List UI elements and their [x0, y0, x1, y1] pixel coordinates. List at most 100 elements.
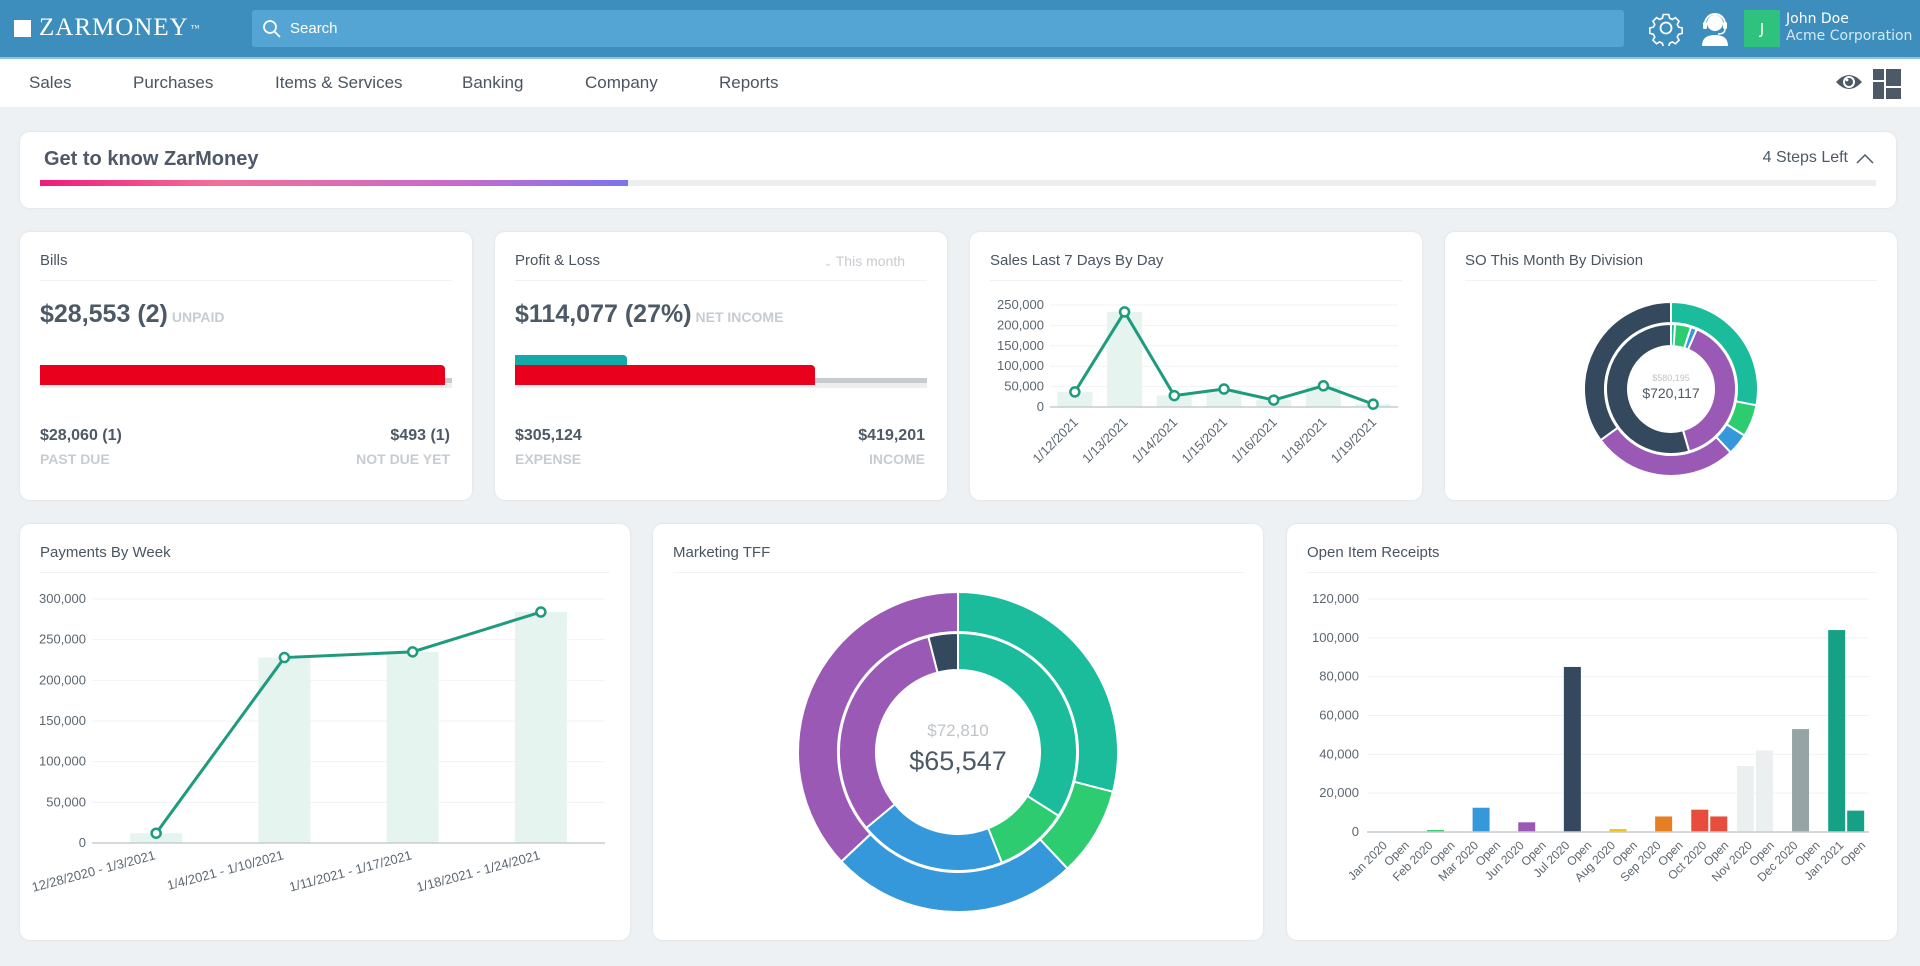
bar: [514, 612, 567, 843]
bar: [1563, 666, 1581, 832]
data-point: [535, 606, 547, 618]
divider: [515, 280, 927, 281]
expense-bar[interactable]: [515, 365, 815, 385]
nav-purchases[interactable]: Purchases: [133, 73, 213, 93]
past-due-label: PAST DUE: [40, 451, 110, 467]
y-tick-label: 150,000: [997, 338, 1044, 353]
data-point: [1168, 389, 1181, 402]
nav-company[interactable]: Company: [585, 73, 658, 93]
logo-trademark: ™: [190, 23, 201, 33]
x-tick-label: 1/11/2021 - 1/17/2021: [288, 847, 414, 894]
chevron-down-icon: ⌄: [823, 258, 833, 269]
bills-title[interactable]: Bills: [40, 252, 68, 269]
divider: [40, 280, 452, 281]
y-tick-label: 100,000: [1312, 630, 1359, 645]
y-tick-label: 80,000: [1319, 669, 1359, 684]
bar: [1736, 765, 1754, 832]
bar: [1828, 630, 1846, 832]
income-label: INCOME: [869, 451, 925, 467]
x-tick-label: 1/16/2021: [1228, 415, 1280, 467]
search-icon: [263, 19, 281, 38]
nav-items-services[interactable]: Items & Services: [275, 73, 403, 93]
user-name: John Doe: [1786, 11, 1849, 27]
bar-open: [1710, 816, 1728, 832]
x-tick-label: 1/18/2021: [1278, 415, 1330, 467]
income-value[interactable]: $419,201: [858, 427, 925, 445]
expense-value[interactable]: $305,124: [515, 427, 582, 445]
bar-open: [1847, 810, 1865, 832]
support-headset-icon: [1702, 13, 1728, 46]
x-tick-label: 1/14/2021: [1129, 415, 1181, 467]
y-tick-label: 250,000: [39, 632, 86, 647]
nav-sales[interactable]: Sales: [29, 73, 72, 93]
support-button[interactable]: [1696, 9, 1734, 47]
y-tick-label: 120,000: [1312, 591, 1359, 606]
marketing-tff-donut: $72,810 $65,547: [797, 590, 1119, 913]
x-tick-label: 1/13/2021: [1079, 415, 1131, 467]
gear-icon: [1648, 13, 1684, 46]
y-tick-label: 50,000: [1004, 379, 1044, 394]
onboarding-progress-fill: [40, 180, 628, 186]
x-tick-label: 1/12/2021: [1029, 415, 1081, 467]
toggle-visibility-button[interactable]: [1834, 71, 1864, 98]
app-logo[interactable]: ZarMoney ™: [14, 14, 201, 42]
open-item-receipts-chart: 020,00040,00060,00080,000100,000120,000J…: [1312, 591, 1869, 884]
search-placeholder: Search: [290, 20, 338, 37]
net-income-total: $114,077 (27%) NET INCOME: [515, 300, 783, 329]
collapse-steps-button[interactable]: 4 Steps Left: [1763, 149, 1874, 167]
donut-center-sub: $580,195: [1652, 373, 1690, 383]
data-point: [1367, 398, 1379, 410]
data-point: [1267, 394, 1280, 406]
net-income-amount: $114,077 (27%): [515, 300, 692, 328]
bar: [1691, 809, 1709, 832]
y-tick-label: 0: [79, 835, 86, 850]
top-bar: ZarMoney ™ Search J John Doe Acme Corpor…: [0, 0, 1920, 57]
steps-left-label: 4 Steps Left: [1762, 149, 1848, 166]
user-menu[interactable]: John Doe Acme Corporation: [1786, 11, 1912, 45]
logo-text: ZarMoney: [39, 14, 189, 41]
payments-week-card: Payments By Week 0 50,000 100,000 150,000 20…: [20, 524, 630, 940]
y-tick-label: 100,000: [39, 754, 86, 769]
get-to-know-title: Get to know ZarMoney: [44, 148, 259, 170]
dashboard-layout-button[interactable]: [1873, 69, 1901, 104]
y-tick-label: 60,000: [1319, 708, 1359, 723]
search-input[interactable]: Search: [252, 10, 1624, 47]
bar: [1655, 816, 1673, 832]
nav-reports[interactable]: Reports: [719, 73, 779, 93]
bar: [1472, 807, 1490, 832]
bills-card: Bills $28,553 (2) UNPAID $28,060 (1) PAST…: [20, 232, 472, 500]
donut-center-sub: $72,810: [927, 721, 988, 740]
eye-icon: [1836, 75, 1862, 89]
bills-past-due-bar[interactable]: [40, 365, 445, 385]
bar-open: [1755, 750, 1773, 832]
user-avatar[interactable]: J: [1744, 10, 1780, 47]
y-tick-label: 200,000: [997, 317, 1044, 332]
bills-unpaid-total: $28,553 (2) UNPAID: [40, 300, 225, 329]
sales-7-days-chart: 0 50,000 100,000 150,000 200,000 250,000 1/12/…: [997, 297, 1398, 467]
settings-button[interactable]: [1647, 9, 1685, 47]
x-tick-label: 1/19/2021: [1328, 415, 1380, 467]
profit-loss-title[interactable]: Profit & Loss: [515, 252, 600, 269]
so-division-donut: $580,195 $720,117: [1583, 300, 1759, 477]
data-point: [1317, 380, 1330, 392]
y-tick-label: 50,000: [46, 794, 86, 809]
not-due-value[interactable]: $493 (1): [390, 427, 450, 445]
get-to-know-panel: Get to know ZarMoney 4 Steps Left: [20, 132, 1896, 208]
income-bar: [814, 378, 927, 383]
y-tick-label: 100,000: [997, 358, 1044, 373]
data-point: [1069, 386, 1081, 398]
past-due-value[interactable]: $28,060 (1): [40, 427, 122, 445]
bar: [258, 657, 311, 843]
donut-center-value: $65,547: [909, 746, 1007, 776]
x-tick-sublabel: Open: [1838, 838, 1869, 869]
bar: [1518, 822, 1536, 832]
data-point: [406, 646, 419, 658]
data-point: [1218, 383, 1230, 395]
bar: [386, 651, 439, 843]
bar: [1107, 311, 1143, 407]
series-line: [154, 610, 542, 835]
chevron-up-icon: [1856, 153, 1874, 164]
period-value: This month: [835, 253, 905, 269]
nav-banking[interactable]: Banking: [462, 73, 523, 93]
period-dropdown[interactable]: ⌄ This month: [824, 253, 905, 269]
